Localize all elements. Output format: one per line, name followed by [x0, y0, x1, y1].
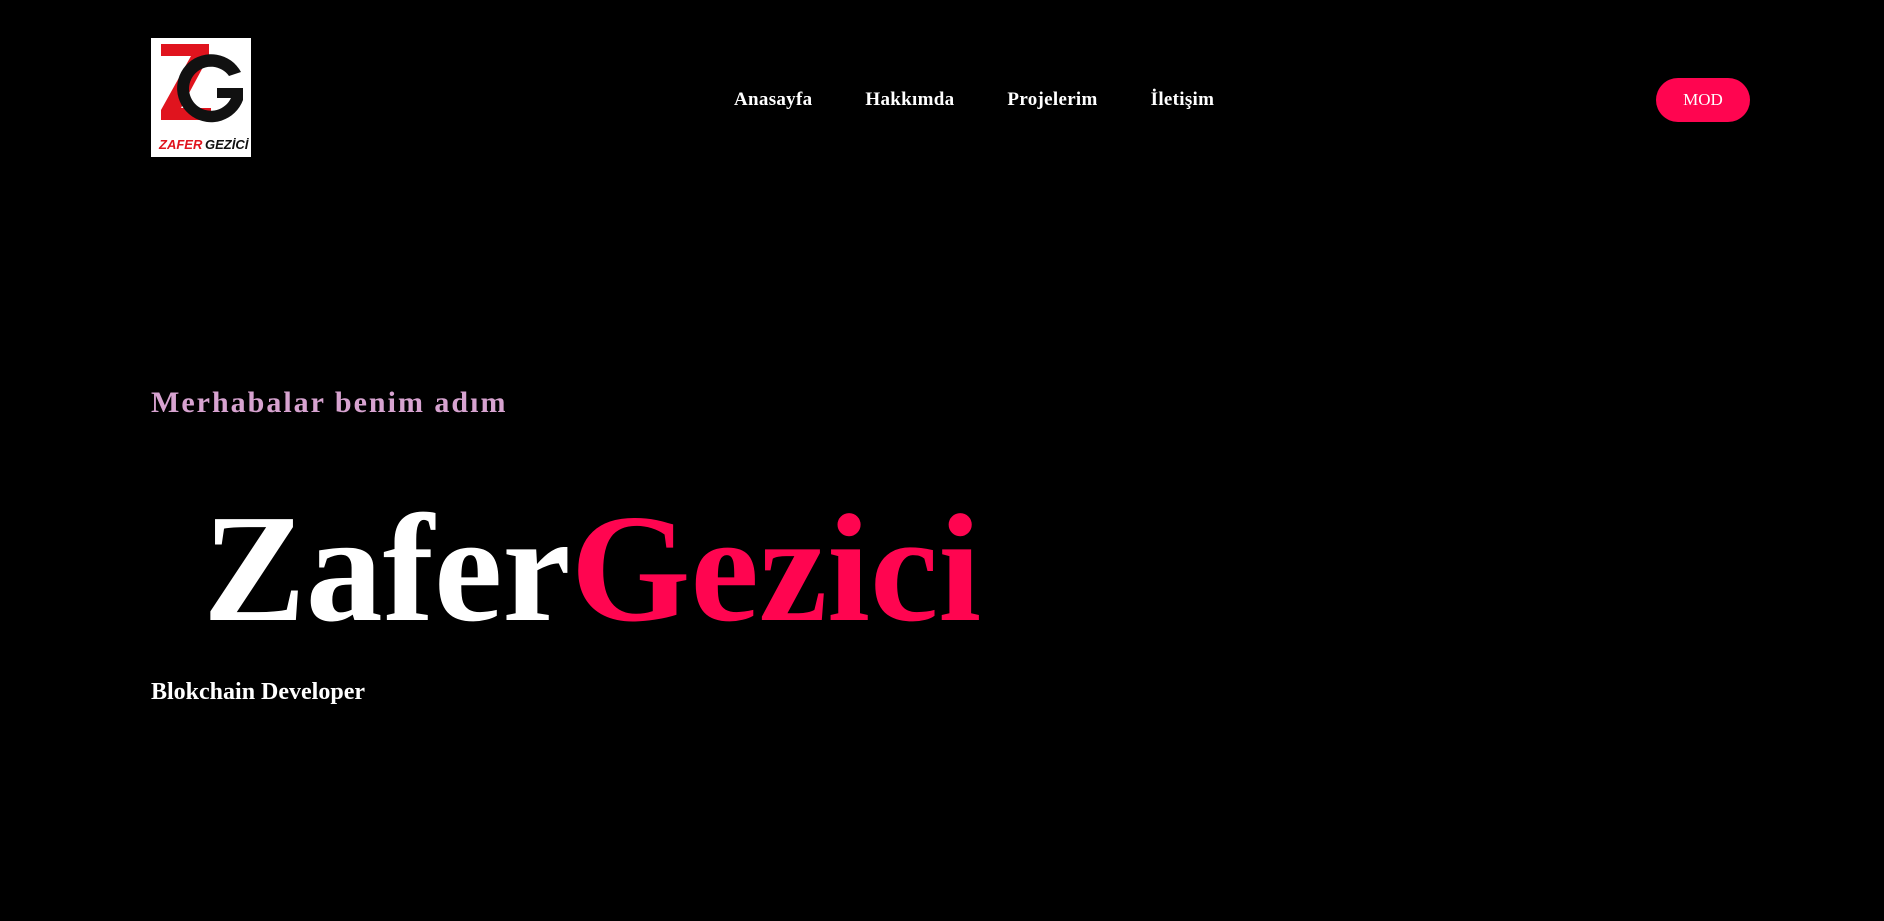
hero-greeting: Merhabalar benim adım [151, 386, 508, 419]
site-logo[interactable]: ZAFER GEZİCİ [151, 38, 251, 157]
nav-link-hakkimda[interactable]: Hakkımda [865, 86, 954, 114]
nav-link-iletisim[interactable]: İletişim [1151, 86, 1215, 114]
hero-role: Blokchain Developer [151, 679, 365, 705]
hero-name: ZaferGezici [203, 484, 981, 654]
logo-text-gezici: GEZİCİ [205, 137, 250, 152]
hero-last-name: Gezici [570, 484, 982, 654]
theme-mode-button[interactable]: MOD [1656, 78, 1750, 122]
nav-link-projelerim[interactable]: Projelerim [1007, 86, 1097, 114]
main-nav: Anasayfa Hakkımda Projelerim İletişim [734, 86, 1267, 114]
logo-text-zafer: ZAFER [158, 137, 203, 152]
zg-monogram-icon: ZAFER GEZİCİ [151, 38, 251, 157]
nav-link-anasayfa[interactable]: Anasayfa [734, 86, 812, 114]
hero-first-name: Zafer [203, 484, 571, 654]
